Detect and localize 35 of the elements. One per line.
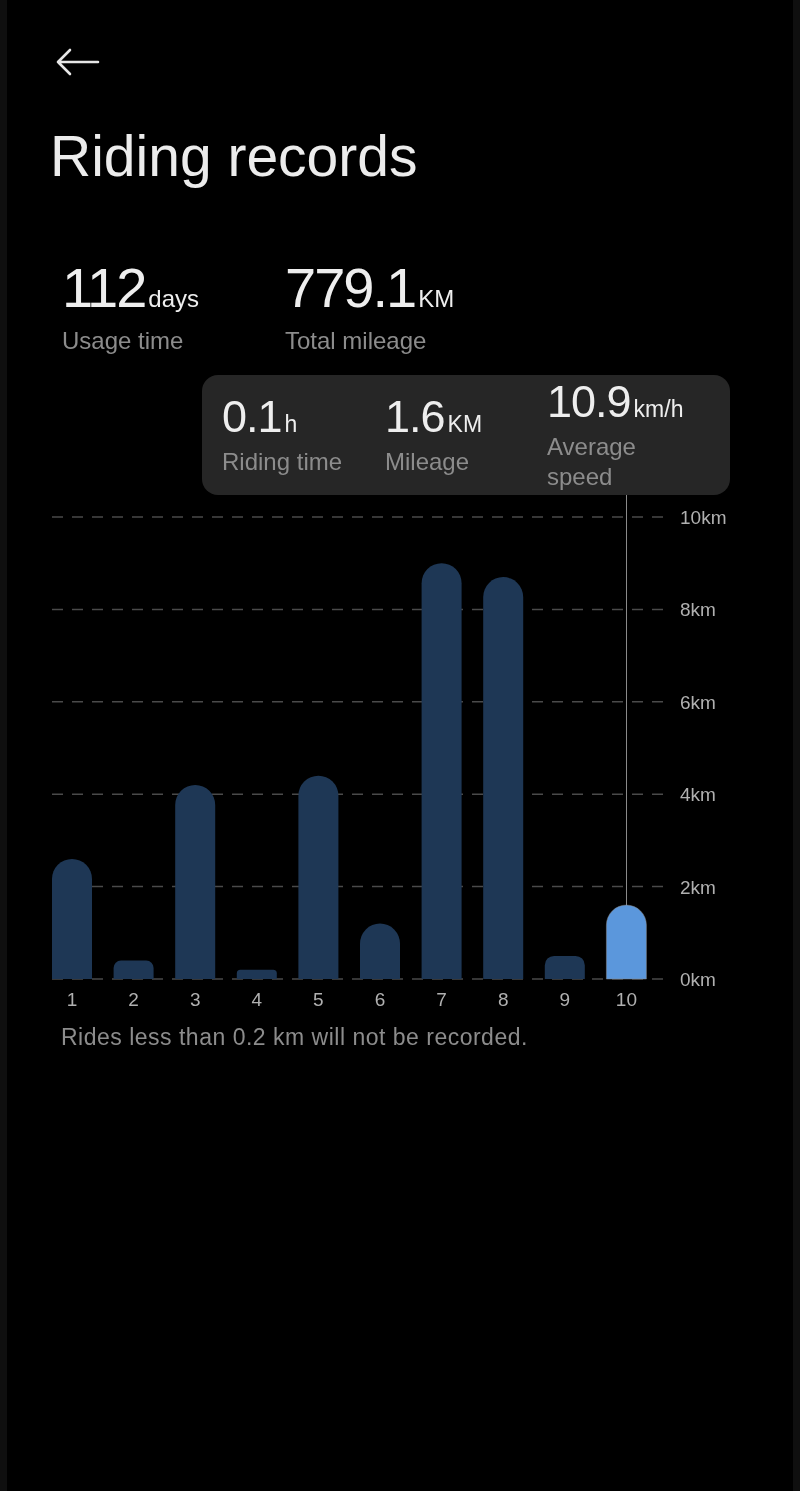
stat-unit: KM <box>418 284 455 314</box>
axis-label: 6 <box>374 989 386 1010</box>
chart-bar[interactable] <box>606 904 647 980</box>
stat-unit: days <box>148 284 199 314</box>
axis-label: 0km <box>680 969 716 990</box>
axis-label: 4 <box>251 989 263 1010</box>
axis-label: 9 <box>559 989 571 1010</box>
back-arrow-icon <box>56 48 100 76</box>
stat-label: Total mileage <box>285 327 427 355</box>
axis-label: 1 <box>66 989 78 1010</box>
axis-label: 8 <box>497 989 509 1010</box>
stat-label: Mileage <box>385 446 470 477</box>
stat-unit: KM <box>447 409 483 439</box>
stat-value: 1.6 <box>385 393 445 440</box>
axis-label: 7 <box>436 989 447 1010</box>
stat-value: 10.9 <box>547 378 631 425</box>
axis-label: 4km <box>680 784 716 806</box>
page-title: Riding records <box>50 124 418 188</box>
stat-label: Usage time <box>62 327 184 355</box>
axis-label: 5 <box>313 989 324 1010</box>
stat-unit: km/h <box>633 394 684 424</box>
stat-value: 112 <box>62 262 146 314</box>
stat-label: Riding time <box>222 446 343 477</box>
axis-label: 2 <box>128 989 139 1010</box>
axis-label: 6km <box>680 691 716 713</box>
stat-value: 0.1 <box>222 393 282 440</box>
axis-label: 10 <box>615 989 637 1010</box>
stat-unit: h <box>284 409 298 439</box>
axis-label: 8km <box>680 599 716 621</box>
axis-label: 2km <box>680 876 716 898</box>
stat-value: 779.1 <box>285 262 416 314</box>
axis-label: 10km <box>680 507 727 528</box>
axis-label: 3 <box>189 989 201 1010</box>
footnote-text: Rides less than 0.2 km will not be recorded. <box>61 1023 528 1051</box>
stat-label: Average speed <box>547 431 637 492</box>
